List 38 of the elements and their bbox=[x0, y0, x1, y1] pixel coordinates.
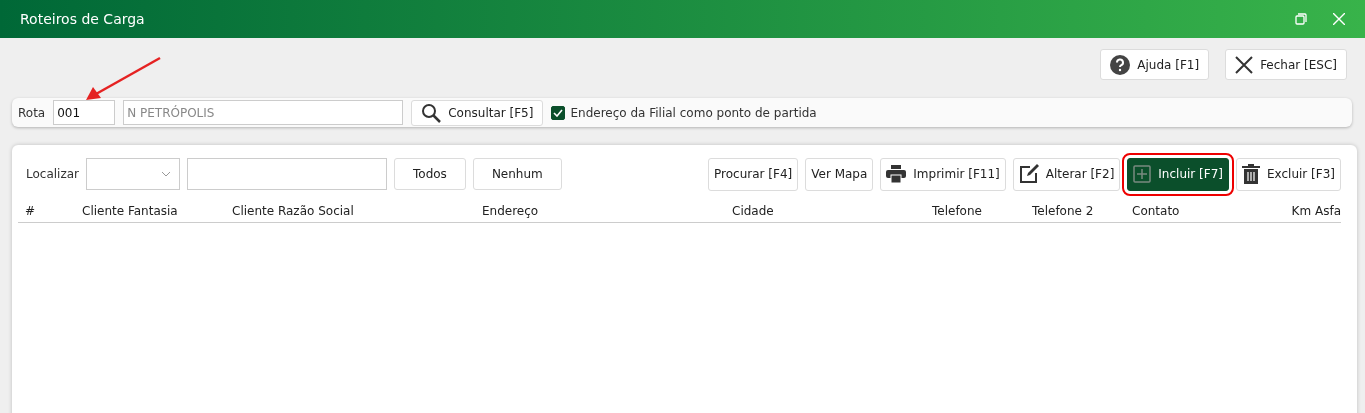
checkbox[interactable] bbox=[551, 105, 566, 120]
column-header[interactable]: Cliente Razão Social bbox=[232, 204, 482, 218]
close-icon bbox=[1235, 55, 1254, 74]
consult-button[interactable]: Consultar [F5] bbox=[411, 99, 544, 126]
column-header[interactable]: Contato bbox=[1132, 204, 1180, 218]
column-header[interactable]: Telefone bbox=[932, 204, 1032, 218]
filter-dropdown[interactable] bbox=[86, 158, 181, 190]
trash-icon bbox=[1242, 164, 1260, 184]
toolbar-button[interactable]: Alterar [F2] bbox=[1012, 157, 1121, 191]
close-button[interactable]: Fechar [ESC] bbox=[1225, 49, 1347, 80]
column-header[interactable]: Cidade bbox=[732, 204, 932, 218]
chevron-down-icon bbox=[161, 171, 172, 177]
checkbox-label: Endereço da Filial como ponto de partida bbox=[570, 105, 817, 120]
toolbar-button[interactable]: Imprimir [F11] bbox=[880, 157, 1006, 191]
help-icon bbox=[1110, 54, 1131, 75]
restore-icon[interactable] bbox=[1295, 13, 1307, 25]
edit-icon bbox=[1018, 164, 1039, 184]
column-header[interactable]: Km Asfa bbox=[1291, 204, 1341, 218]
filter-button[interactable]: Todos bbox=[394, 158, 466, 190]
route-label: Rota bbox=[18, 105, 46, 120]
window-title: Roteiros de Carga bbox=[20, 11, 146, 27]
search-field[interactable] bbox=[187, 158, 388, 190]
toolbar-button[interactable]: Procurar [F4] bbox=[708, 157, 799, 191]
plus-square-icon bbox=[1133, 165, 1152, 183]
toolbar-button[interactable]: Ver Mapa bbox=[805, 157, 874, 191]
filter-button[interactable]: Nenhum bbox=[472, 158, 562, 190]
route-code-field[interactable]: 001 bbox=[53, 100, 116, 125]
close-icon[interactable] bbox=[1333, 13, 1345, 25]
help-button[interactable]: Ajuda [F1] bbox=[1100, 49, 1210, 80]
search-icon bbox=[421, 102, 442, 123]
column-header[interactable]: # bbox=[25, 204, 82, 218]
column-header[interactable]: Endereço bbox=[482, 204, 732, 218]
column-header[interactable]: Cliente Fantasia bbox=[82, 204, 232, 218]
route-name-field[interactable]: N PETRÓPOLIS bbox=[123, 100, 404, 125]
search-label: Localizar bbox=[26, 167, 80, 181]
column-header[interactable]: Telefone 2 bbox=[1032, 204, 1132, 218]
toolbar-button[interactable]: Excluir [F3] bbox=[1236, 157, 1341, 191]
printer-icon bbox=[886, 165, 907, 183]
